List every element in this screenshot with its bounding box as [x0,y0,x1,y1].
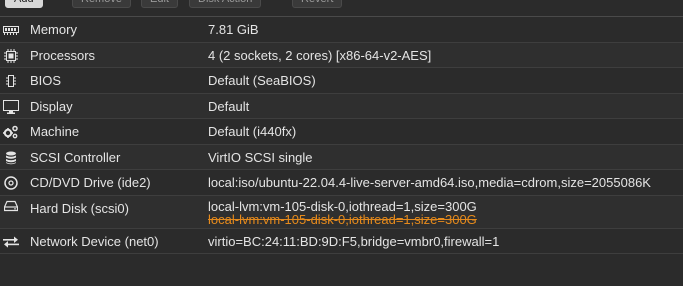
hardware-row-bios[interactable]: BIOS Default (SeaBIOS) [0,68,683,94]
toolbar: Add Remove Edit Disk Action Revert [0,0,683,14]
monitor-icon [3,99,19,114]
database-icon [3,151,19,165]
row-value: local:iso/ubuntu-22.04.4-live-server-amd… [208,175,651,190]
row-label: CD/DVD Drive (ide2) [30,175,151,190]
row-value: Default (SeaBIOS) [208,73,316,88]
row-value: 7.81 GiB [208,22,259,37]
edit-button[interactable]: Edit [141,0,178,8]
disk-pending-removal-value: local-lvm:vm-105-disk-0,iothread=1,size=… [208,211,477,227]
row-label: Processors [30,47,96,63]
row-label: Display [30,98,73,114]
empty-grid-space [0,254,683,280]
row-value: virtio=BC:24:11:BD:9D:F5,bridge=vmbr0,fi… [208,233,500,249]
row-value: VirtIO SCSI single [208,149,313,165]
row-label: Machine [30,124,80,139]
row-label: Hard Disk (scsi0) [30,200,129,216]
memory-icon [3,23,19,37]
bios-chip-icon [3,74,19,88]
row-value: Default (i440fx) [208,124,297,139]
remove-button[interactable]: Remove [72,0,131,8]
row-label: SCSI Controller [30,149,121,165]
hardware-row-memory[interactable]: Memory 7.81 GiB [0,17,683,43]
row-value: Default [208,98,250,114]
hardware-row-machine[interactable]: Machine Default (i440fx) [0,119,683,145]
hardware-row-network-device[interactable]: Network Device (net0) virtio=BC:24:11:BD… [0,228,683,254]
cogs-icon [3,125,19,139]
hardware-row-display[interactable]: Display Default [0,93,683,119]
hardware-row-scsi-controller[interactable]: SCSI Controller VirtIO SCSI single [0,144,683,170]
hardware-grid: Memory 7.81 GiB Processors 4 (2 sockets,… [0,16,683,280]
exchange-icon [3,235,19,249]
row-value: 4 (2 sockets, 2 cores) [x86-64-v2-AES] [208,47,432,63]
hardware-row-cd-dvd-drive[interactable]: CD/DVD Drive (ide2) local:iso/ubuntu-22.… [0,170,683,196]
revert-button[interactable]: Revert [292,0,343,8]
disk-action-button[interactable]: Disk Action [189,0,262,8]
row-label: Memory [30,22,77,37]
hardware-row-processors[interactable]: Processors 4 (2 sockets, 2 cores) [x86-6… [0,42,683,68]
disc-icon [3,176,19,190]
disk-current-value: local-lvm:vm-105-disk-0,iothread=1,size=… [208,198,477,214]
cpu-icon [3,48,19,63]
hardware-row-hard-disk[interactable]: Hard Disk (scsi0) local-lvm:vm-105-disk-… [0,195,683,229]
hdd-icon [3,199,19,213]
row-value: local-lvm:vm-105-disk-0,iothread=1,size=… [208,196,477,226]
row-label: BIOS [30,73,62,88]
row-label: Network Device (net0) [30,233,159,249]
add-button[interactable]: Add [5,0,43,8]
